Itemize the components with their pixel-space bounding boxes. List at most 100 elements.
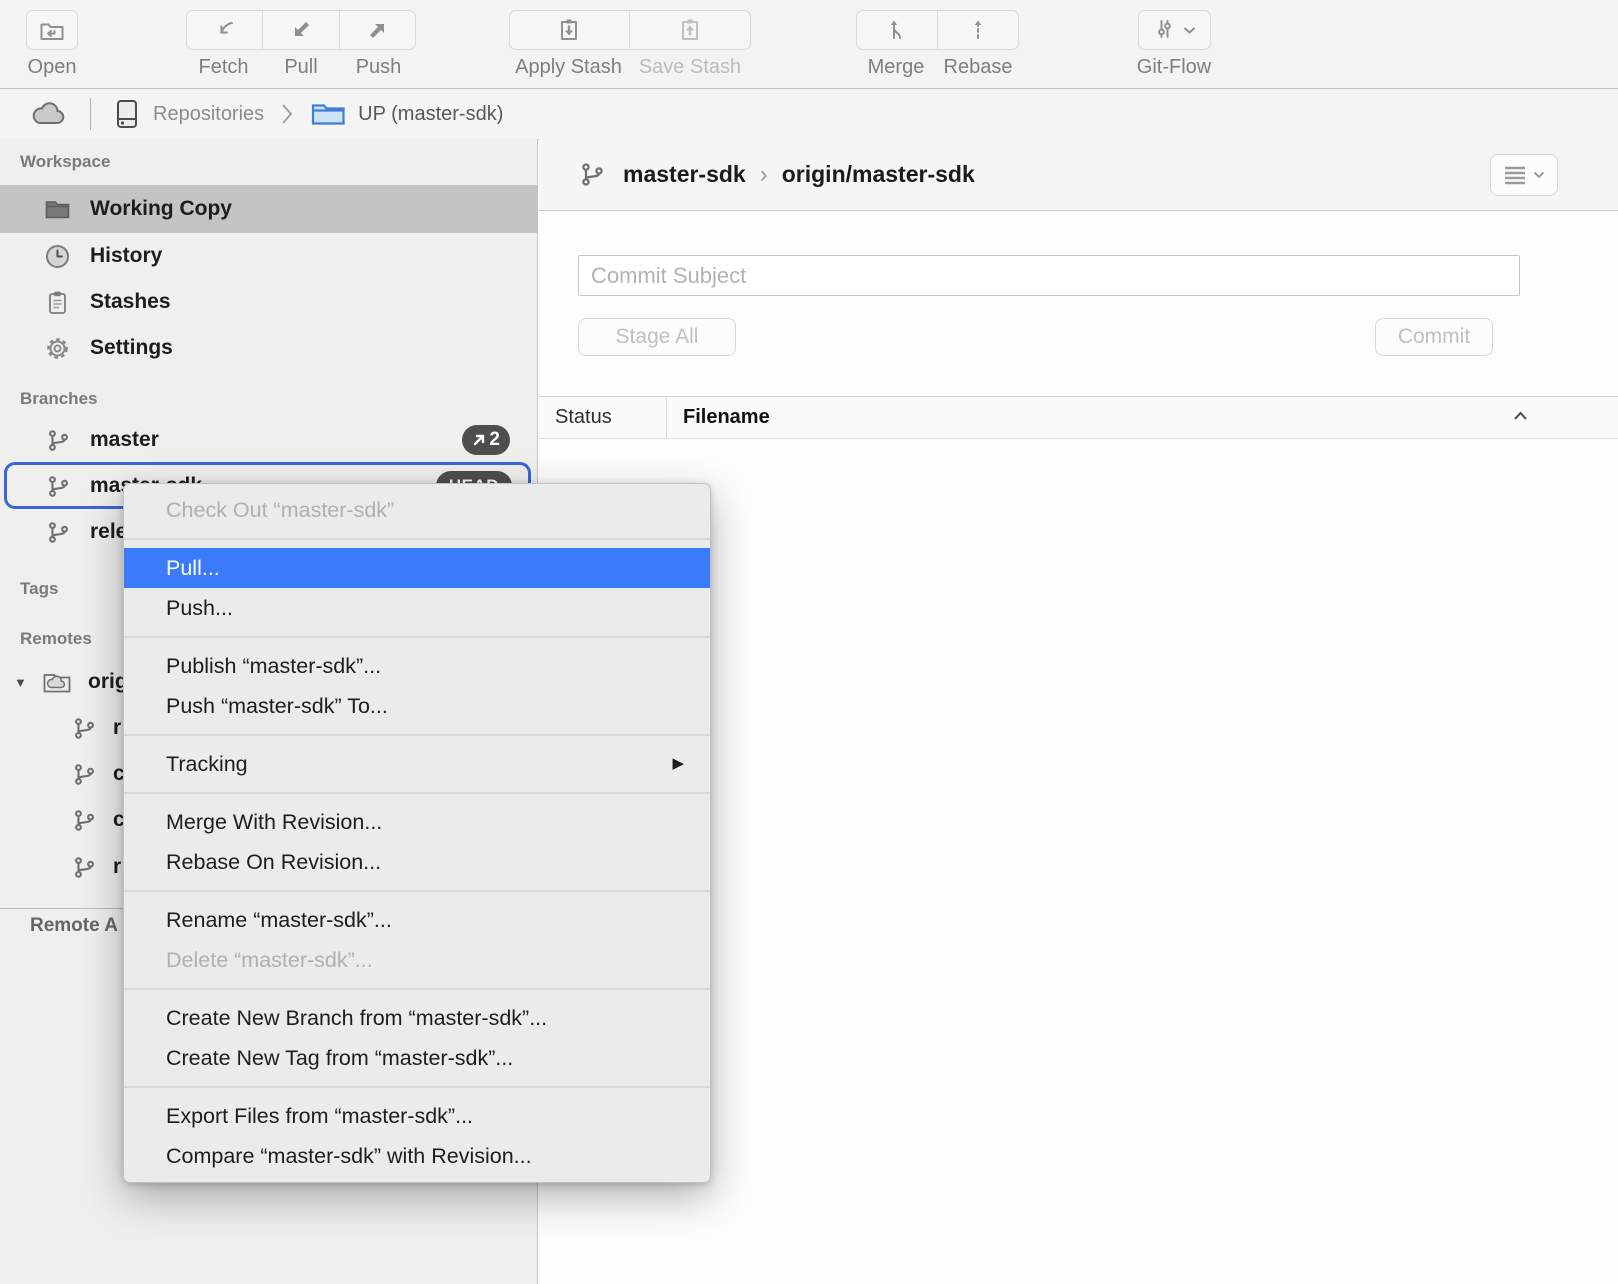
pull-button[interactable] [262,10,340,50]
sidebar-item-working-copy[interactable]: Working Copy [0,185,538,233]
remote-branch-label: r [113,855,121,879]
menu-item-rebase-on-revision[interactable]: Rebase On Revision... [124,842,710,882]
open-label: Open [26,56,78,79]
file-table-header: Status Filename [539,396,1618,439]
branch-icon [72,808,97,833]
breadcrumb: Repositories UP (master-sdk) [0,89,1618,140]
git-flow-group: Git-Flow [1129,10,1219,79]
fetch-icon [211,16,239,44]
branch-icon [46,474,71,499]
remote-accounts-header: Remote A [30,915,118,937]
menu-separator [124,734,710,736]
branch-header-bar: master-sdk › origin/master-sdk [539,139,1618,211]
merge-rebase-group: Merge Rebase [855,10,1019,79]
ahead-count-badge: 2 [462,425,510,455]
push-label: Push [340,56,417,79]
menu-item-delete: Delete “master-sdk”... [124,940,710,980]
breadcrumb-repo[interactable]: UP (master-sdk) [358,103,503,126]
menu-item-create-branch[interactable]: Create New Branch from “master-sdk”... [124,998,710,1038]
cloud-icon[interactable] [30,100,68,128]
breadcrumb-chevron-icon [280,103,294,125]
branch-context-menu: Check Out “master-sdk” Pull... Push... P… [123,483,711,1183]
menu-separator [124,1086,710,1088]
pull-icon [287,16,315,44]
sort-chevron-up-icon [1513,411,1528,421]
list-lines-icon [1503,165,1527,185]
save-stash-icon [676,16,704,44]
commit-button[interactable]: Commit [1375,318,1493,356]
menu-item-pull[interactable]: Pull... [124,548,710,588]
merge-label: Merge [855,56,937,79]
folder-icon [44,196,71,223]
branch-icon [72,762,97,787]
push-icon [364,16,392,44]
menu-separator [124,792,710,794]
branch-release-label: rele [90,520,127,544]
column-divider[interactable] [666,397,667,438]
branch-icon [46,520,71,545]
tracking-branch-label: origin/master-sdk [782,161,975,188]
push-button[interactable] [339,10,416,50]
disclosure-triangle-icon[interactable]: ▼ [14,675,27,690]
open-folder-icon [38,17,66,43]
status-column-header[interactable]: Status [555,406,612,429]
breadcrumb-repositories[interactable]: Repositories [153,103,264,126]
merge-button[interactable] [856,10,938,50]
menu-item-tracking[interactable]: Tracking ▶ [124,744,710,784]
save-stash-label: Save Stash [629,56,751,79]
merge-icon [883,16,911,44]
repositories-drive-icon[interactable] [113,98,141,130]
apply-stash-button[interactable] [509,10,630,50]
working-copy-label: Working Copy [90,197,232,221]
settings-label: Settings [90,336,173,360]
repo-folder-icon [310,100,347,128]
fetch-label: Fetch [185,56,262,79]
rebase-button[interactable] [937,10,1019,50]
save-stash-button[interactable] [629,10,751,50]
menu-item-merge-with-revision[interactable]: Merge With Revision... [124,802,710,842]
commit-subject-input[interactable] [578,255,1520,296]
menu-item-checkout: Check Out “master-sdk” [124,490,710,530]
menu-item-push[interactable]: Push... [124,588,710,628]
arrow-up-right-icon [472,433,486,447]
remote-branch-label: r [113,716,121,740]
rebase-label: Rebase [937,56,1019,79]
menu-separator [124,538,710,540]
branch-icon [46,428,71,453]
submenu-arrow-icon: ▶ [672,744,684,784]
sidebar-item-history[interactable]: History [0,233,538,279]
menu-item-push-to[interactable]: Push “master-sdk” To... [124,686,710,726]
menu-separator [124,890,710,892]
stash-group: Apply Stash Save Stash [508,10,751,79]
toolbar: Open [0,0,1618,89]
menu-item-rename[interactable]: Rename “master-sdk”... [124,900,710,940]
menu-item-create-tag[interactable]: Create New Tag from “master-sdk”... [124,1038,710,1078]
branch-icon [579,161,606,188]
tags-header: Tags [20,579,58,599]
fetch-button[interactable] [186,10,263,50]
menu-separator [124,988,710,990]
stage-all-button[interactable]: Stage All [578,318,736,356]
current-branch-label: master-sdk [623,161,746,188]
history-label: History [90,244,162,268]
stashes-label: Stashes [90,290,171,314]
menu-item-export-files[interactable]: Export Files from “master-sdk”... [124,1096,710,1136]
menu-item-compare[interactable]: Compare “master-sdk” with Revision... [124,1136,710,1176]
menu-item-publish[interactable]: Publish “master-sdk”... [124,646,710,686]
sourcetree-window: Open [0,0,1618,1284]
git-flow-button[interactable] [1138,10,1211,50]
filename-column-header[interactable]: Filename [683,406,770,429]
sidebar-item-settings[interactable]: Settings [0,325,538,371]
open-button[interactable] [26,10,78,50]
sidebar-branch-master[interactable]: master 2 [0,417,538,463]
chevron-down-icon [1533,171,1545,179]
menu-separator [124,636,710,638]
apply-stash-icon [555,16,583,44]
workspace-header: Workspace [20,152,110,172]
pull-label: Pull [262,56,340,79]
view-options-button[interactable] [1490,154,1558,196]
open-group: Open [26,10,78,79]
sidebar-item-stashes[interactable]: Stashes [0,279,538,325]
branch-master-label: master [90,428,159,452]
git-flow-chevron-down-icon [1183,26,1196,35]
